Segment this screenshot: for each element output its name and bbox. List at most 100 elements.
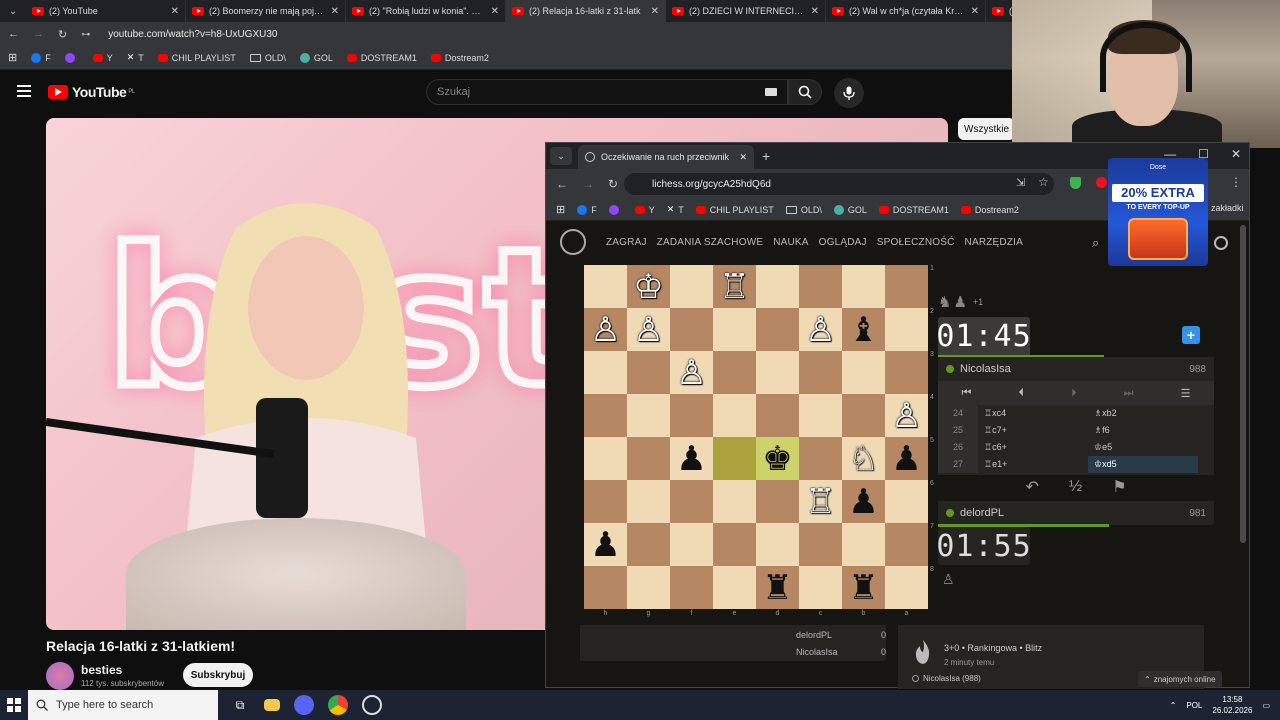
board-square[interactable]: ♖ [713,265,756,308]
board-square[interactable] [885,566,928,609]
lichess-app-icon[interactable] [362,695,382,715]
board-square[interactable] [713,523,756,566]
chess-piece[interactable]: ♔ [633,270,663,304]
game-player[interactable]: NicolasIsa (988) [912,674,981,683]
notifications-icon[interactable]: ▭ [1262,701,1270,710]
board-square[interactable] [670,308,713,351]
lichess-logo-icon[interactable] [560,229,586,255]
white-move[interactable]: ♖c7+ [978,425,1088,436]
lichess-nav-item[interactable]: ZAGRAJ [606,237,647,248]
bookmark-item[interactable]: F [577,204,597,215]
chess-piece[interactable]: ♙ [590,313,620,347]
board-square[interactable] [713,308,756,351]
board-square[interactable] [627,437,670,480]
youtube-logo[interactable]: YouTube PL [48,84,135,100]
bookmark-item[interactable] [64,52,79,63]
black-move[interactable]: ♔e5 [1088,442,1198,453]
outer-tab[interactable]: (2) YouTube ✕ [26,0,186,22]
board-square[interactable] [584,437,627,480]
offer-draw-button[interactable]: ½ [1069,478,1082,496]
board-square[interactable]: ♙ [670,351,713,394]
close-tab-icon[interactable]: ✕ [739,152,747,163]
search-button[interactable] [788,79,822,105]
subscribe-button[interactable]: Subskrybuj [183,663,253,687]
chess-piece[interactable]: ♝ [848,313,878,347]
opponent-name[interactable]: NicolasIsa [960,363,1011,375]
board-square[interactable] [756,308,799,351]
chess-board[interactable]: ♔ ♖ ♙ ♙ ♙ ♝ ♙ ♙ ♟ ♚ ♘ ♟ ♖ ♟ ♟ ♜ ♜ [584,265,928,609]
inner-tab-menu-icon[interactable]: ⌄ [550,147,572,165]
board-square[interactable] [584,394,627,437]
board-square[interactable] [670,265,713,308]
chess-piece[interactable]: ♜ [848,571,878,605]
crosstable-name[interactable]: NicolasIsa [796,647,866,657]
board-square[interactable] [584,351,627,394]
shield-extension-icon[interactable] [1070,177,1081,189]
board-square[interactable]: ♙ [584,308,627,351]
board-square[interactable]: ♖ [799,480,842,523]
crosstable-name[interactable]: delordPL [796,630,866,640]
chrome-icon[interactable] [328,695,348,715]
board-square[interactable] [885,480,928,523]
lichess-nav-item[interactable]: NAUKA [773,237,808,248]
chess-piece[interactable]: ♖ [805,485,835,519]
bookmark-item[interactable]: OLD\ [785,205,822,215]
friends-online-button[interactable]: ⌃ znajomych online [1138,671,1222,687]
board-square[interactable] [842,523,885,566]
white-move[interactable]: ♖c6+ [978,442,1088,453]
apps-icon[interactable]: ⊞ [8,51,17,64]
board-square[interactable]: ♚ [756,437,799,480]
promo-ad[interactable]: Dose 20% EXTRA TO EVERY TOP-UP [1108,158,1208,266]
board-square[interactable]: ♙ [799,308,842,351]
board-square[interactable] [713,394,756,437]
chess-piece[interactable]: ♘ [848,442,878,476]
profile-avatar-icon[interactable] [1214,236,1228,250]
inner-tab-active[interactable]: Oczekiwanie na ruch przeciwnik ✕ [578,145,754,169]
opponent-player[interactable]: NicolasIsa 988 [938,357,1214,381]
move-list-menu-icon[interactable]: ☰ [1181,387,1191,400]
board-square[interactable] [799,351,842,394]
reload-icon[interactable]: ↻ [58,28,67,41]
windows-start-icon[interactable] [0,690,28,720]
board-square[interactable] [627,351,670,394]
close-tab-icon[interactable]: ✕ [331,6,339,17]
board-square[interactable] [584,265,627,308]
bookmark-item[interactable]: CHIL PLAYLIST [157,53,236,63]
own-name[interactable]: delordPL [960,507,1004,519]
keyboard-icon[interactable] [765,88,777,96]
close-tab-icon[interactable]: ✕ [651,6,659,17]
board-square[interactable] [799,437,842,480]
chess-piece[interactable]: ♟ [891,442,921,476]
board-square[interactable] [756,265,799,308]
board-square[interactable] [670,480,713,523]
chess-piece[interactable]: ♟ [848,485,878,519]
lichess-nav-item[interactable]: ZADANIA SZACHOWE [657,237,764,248]
bookmark-item[interactable]: Dostream2 [960,205,1019,215]
board-square[interactable] [584,566,627,609]
black-move[interactable]: ♔xd5 [1088,456,1198,473]
board-square[interactable] [713,480,756,523]
board-square[interactable]: ♝ [842,308,885,351]
black-move[interactable]: ♗xb2 [1088,408,1198,419]
file-explorer-icon[interactable] [264,699,280,711]
voice-search-button[interactable] [834,78,864,108]
board-square[interactable] [842,351,885,394]
board-square[interactable] [799,265,842,308]
page-scrollbar[interactable] [1240,225,1246,543]
bookmark-item[interactable]: DOSTREAM1 [346,53,417,63]
chess-piece[interactable]: ♚ [762,442,792,476]
board-square[interactable] [584,480,627,523]
board-square[interactable]: ♙ [627,308,670,351]
extension-icon[interactable] [1096,177,1107,188]
menu-icon[interactable] [17,85,31,97]
inner-forward-icon[interactable]: → [582,177,594,191]
tab-search-icon[interactable]: ⌄ [0,0,26,22]
next-move-icon[interactable]: ⏵ [1071,387,1077,400]
all-bookmarks-label[interactable]: zakładki [1211,203,1244,213]
white-move[interactable]: ♖xc4 [978,408,1088,419]
discord-icon[interactable] [294,695,314,715]
chess-piece[interactable]: ♟ [590,528,620,562]
board-square[interactable] [627,523,670,566]
board-square[interactable] [756,480,799,523]
last-move-icon[interactable]: ⏭ [1124,387,1134,400]
